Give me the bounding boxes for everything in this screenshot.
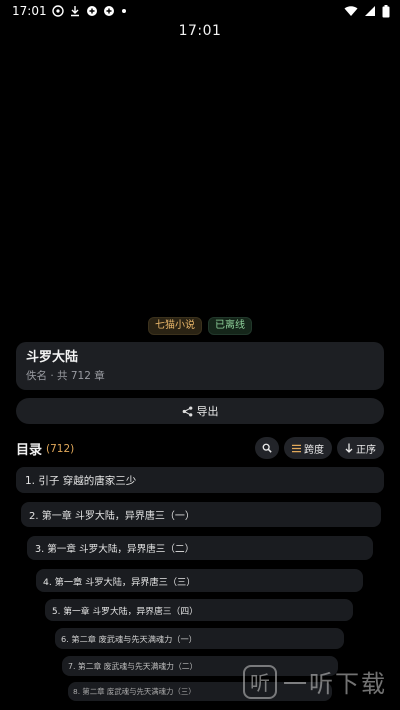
offline-tag: 已离线 (208, 317, 252, 335)
export-label: 导出 (196, 405, 219, 418)
whatsapp-icon (51, 5, 64, 17)
toc-actions: 跨度 正序 (255, 437, 384, 459)
toc-header: 目录 (712) 跨度 正序 (16, 436, 384, 460)
jump-progress-button[interactable]: 跨度 (284, 437, 332, 459)
chapter-item[interactable]: 6. 第二章 废武魂与先天满魂力（一） (55, 628, 344, 649)
source-tag: 七猫小说 (148, 317, 202, 335)
chapter-item[interactable]: 5. 第一章 斗罗大陆，异界唐三（四） (45, 599, 353, 621)
jump-progress-label: 跨度 (304, 444, 324, 456)
notification-dot-icon (121, 9, 126, 13)
app-icon-2 (103, 6, 114, 16)
status-time: 17:01 (12, 4, 47, 18)
export-button[interactable]: 导出 (16, 398, 384, 424)
chapter-title: 1. 引子 穿越的唐家三少 (25, 474, 137, 487)
search-button[interactable] (255, 437, 279, 459)
share-icon (182, 405, 192, 417)
toc-count: (712) (46, 442, 75, 455)
search-icon (262, 443, 272, 453)
status-bar: 17:01 (0, 0, 400, 22)
sort-order-label: 正序 (356, 444, 376, 456)
chapter-item[interactable]: 4. 第一章 斗罗大陆，异界唐三（三） (36, 569, 363, 592)
list-icon (292, 444, 301, 452)
watermark-text: 一听下载 (283, 670, 387, 698)
chapter-item[interactable]: 3. 第一章 斗罗大陆，异界唐三（二） (27, 536, 373, 560)
watermark-logo: 听 (243, 664, 277, 699)
chapter-title: 7. 第二章 废武魂与先天满魂力（二） (68, 661, 198, 671)
chapter-title: 2. 第一章 斗罗大陆，异界唐三（一） (29, 511, 195, 522)
toc-title: 目录 (16, 442, 43, 458)
chapter-title: 6. 第二章 废武魂与先天满魂力（一） (61, 633, 197, 644)
wifi-icon (344, 6, 358, 16)
book-info-card[interactable]: 斗罗大陆 佚名 · 共 712 章 (16, 342, 384, 390)
signal-icon (365, 6, 375, 16)
book-meta: 佚名 · 共 712 章 (26, 370, 105, 382)
clock: 17:01 (178, 23, 222, 39)
download-icon (70, 6, 79, 17)
chapter-title: 8. 第二章 废武魂与先天满魂力（三） (73, 687, 196, 696)
site-watermark: 听 一听下载 (243, 664, 387, 699)
chapter-title: 3. 第一章 斗罗大陆，异界唐三（二） (35, 544, 195, 555)
chapter-item[interactable]: 2. 第一章 斗罗大陆，异界唐三（一） (21, 502, 381, 527)
chapter-title: 5. 第一章 斗罗大陆，异界唐三（四） (52, 606, 198, 617)
book-title: 斗罗大陆 (26, 350, 79, 365)
book-tags: 七猫小说 已离线 (0, 317, 400, 335)
sort-order-button[interactable]: 正序 (337, 437, 384, 459)
chapter-item[interactable]: 1. 引子 穿越的唐家三少 (16, 467, 384, 493)
app-icon (86, 6, 97, 16)
arrow-down-icon (345, 443, 353, 453)
battery-icon (382, 4, 390, 17)
chapter-title: 4. 第一章 斗罗大陆，异界唐三（三） (43, 576, 196, 588)
